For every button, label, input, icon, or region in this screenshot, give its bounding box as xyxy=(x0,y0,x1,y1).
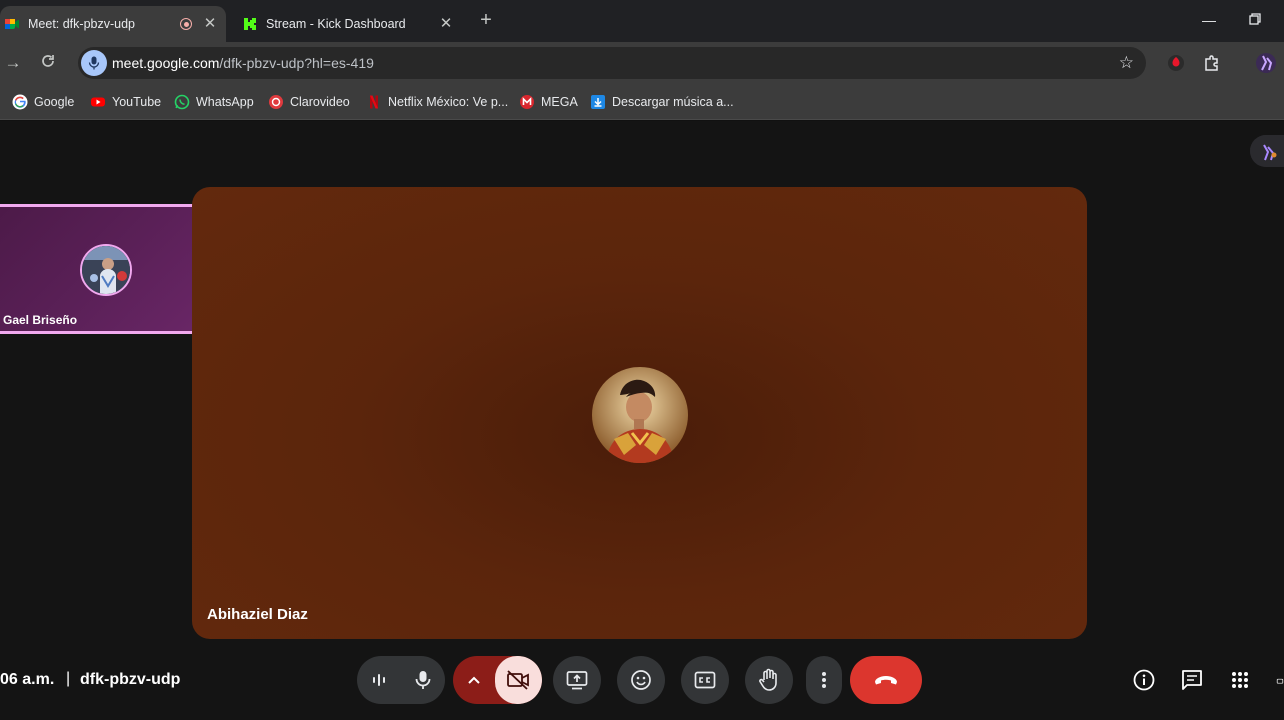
participant-tile-gael[interactable]: Gael Briseño xyxy=(0,204,222,334)
bookmark-label: MEGA xyxy=(541,95,578,109)
recording-indicator-icon xyxy=(180,18,192,30)
bookmark-google[interactable]: Google xyxy=(12,92,74,112)
meeting-details-icon xyxy=(1133,669,1155,691)
emoji-reaction-icon xyxy=(631,670,651,690)
bookmark-label: Google xyxy=(34,95,75,109)
microphone-control xyxy=(357,656,445,704)
bookmark-label: Netflix México: Ve p... xyxy=(388,95,509,109)
extensions-puzzle-icon[interactable] xyxy=(1201,52,1223,74)
kick-icon xyxy=(244,18,256,30)
bookmark-label: WhatsApp xyxy=(196,95,254,109)
captions-icon xyxy=(694,671,716,689)
info-separator: | xyxy=(66,670,71,687)
host-controls-button[interactable] xyxy=(1276,668,1284,692)
download-icon xyxy=(591,95,605,109)
google-icon xyxy=(12,94,28,110)
close-tab-icon[interactable]: ✕ xyxy=(202,16,218,32)
bookmark-whatsapp[interactable]: WhatsApp xyxy=(174,92,254,112)
mega-icon xyxy=(520,95,534,109)
tab-meet[interactable]: Meet: dfk-pbzv-udp ✕ xyxy=(0,6,226,42)
whatsapp-icon xyxy=(174,94,190,110)
bookmark-label: YouTube xyxy=(112,95,162,109)
youtube-icon xyxy=(91,97,105,107)
microphone-in-use-icon[interactable] xyxy=(81,50,107,76)
captions-button[interactable] xyxy=(681,656,729,704)
bookmark-label: Descargar música a... xyxy=(612,95,734,109)
bookmark-label: Clarovideo xyxy=(290,95,350,109)
meeting-time: 06 a.m. xyxy=(0,671,55,688)
raise-hand-button[interactable] xyxy=(745,656,793,704)
microphone-icon[interactable] xyxy=(401,656,445,704)
clarovideo-icon xyxy=(269,95,283,109)
netflix-icon xyxy=(370,95,378,109)
participant-tile-abihaziel[interactable]: Abihaziel Diaz xyxy=(192,187,1087,639)
restore-icon[interactable] xyxy=(1247,12,1263,28)
new-tab-icon[interactable]: + xyxy=(476,10,496,30)
activities-button[interactable] xyxy=(1228,668,1252,692)
bookmark-clarovideo[interactable]: Clarovideo xyxy=(268,92,350,112)
present-screen-icon xyxy=(566,671,588,690)
reload-icon[interactable] xyxy=(38,53,58,73)
chat-icon xyxy=(1182,670,1202,690)
bookmark-star-icon[interactable]: ☆ xyxy=(1119,53,1134,73)
url-text: meet.google.com/dfk-pbzv-udp?hl=es-419 xyxy=(112,55,374,71)
camera-control xyxy=(453,656,542,704)
participant-avatar xyxy=(80,244,132,296)
chat-button[interactable] xyxy=(1180,668,1204,692)
tab-kick-dashboard[interactable]: Stream - Kick Dashboard ✕ xyxy=(234,6,462,42)
meet-stage: Gael Briseño Abihaziel Diaz 06 a.m. | df… xyxy=(0,121,1284,720)
meeting-code: dfk-pbzv-udp xyxy=(80,671,181,688)
bookmarks-bar: Google YouTube WhatsApp Clarovideo Netfl… xyxy=(0,84,1284,120)
present-screen-button[interactable] xyxy=(553,656,601,704)
tab-strip: Meet: dfk-pbzv-udp ✕ Stream - Kick Dashb… xyxy=(0,0,1284,42)
tab-title: Stream - Kick Dashboard xyxy=(266,17,406,31)
bookmark-youtube[interactable]: YouTube xyxy=(90,92,161,112)
profile-avatar[interactable] xyxy=(1255,52,1277,74)
tab-title: Meet: dfk-pbzv-udp xyxy=(28,17,135,31)
hang-up-icon xyxy=(875,676,897,685)
more-options-button[interactable] xyxy=(806,656,842,704)
activities-icon xyxy=(1232,672,1248,688)
address-bar[interactable]: meet.google.com/dfk-pbzv-udp?hl=es-419 ☆ xyxy=(78,47,1146,79)
close-tab-icon[interactable]: ✕ xyxy=(438,16,454,32)
bookmark-netflix[interactable]: Netflix México: Ve p... xyxy=(366,92,508,112)
google-meet-icon xyxy=(5,19,19,29)
reactions-button[interactable] xyxy=(617,656,665,704)
camera-off-icon[interactable] xyxy=(494,656,542,704)
extension-red-icon[interactable] xyxy=(1165,52,1187,74)
meeting-details-button[interactable] xyxy=(1132,668,1156,692)
lock-person-icon xyxy=(1276,678,1284,684)
more-options-icon xyxy=(822,672,826,688)
audio-level-icon[interactable] xyxy=(357,656,401,704)
participant-avatar xyxy=(592,367,688,463)
bookmark-descargar-musica[interactable]: Descargar música a... xyxy=(590,92,734,112)
participant-name: Gael Briseño xyxy=(3,313,78,327)
browser-toolbar: → meet.google.com/dfk-pbzv-udp?hl=es-419… xyxy=(0,42,1284,84)
raise-hand-icon xyxy=(759,668,777,691)
bookmark-mega[interactable]: MEGA xyxy=(519,92,578,112)
hang-up-button[interactable] xyxy=(850,656,922,704)
self-view-avatar[interactable] xyxy=(1250,135,1284,167)
forward-icon[interactable]: → xyxy=(3,53,23,73)
minimize-icon[interactable]: — xyxy=(1201,12,1217,28)
camera-options-chevron-icon[interactable] xyxy=(453,656,495,704)
participant-name: Abihaziel Diaz xyxy=(207,606,308,623)
